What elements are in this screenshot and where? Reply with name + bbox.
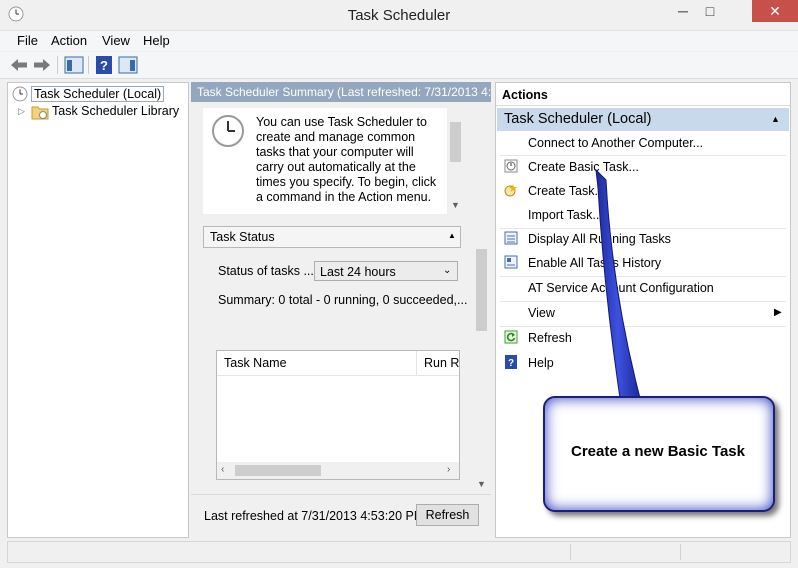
task-table: Task Name Run Re ‹ › (216, 350, 460, 480)
last-refreshed-text: Last refreshed at 7/31/2013 4:53:20 PM (204, 509, 425, 523)
chevron-down-icon: ⌄ (443, 265, 452, 276)
help-icon[interactable]: ? (94, 55, 114, 75)
svg-text:?: ? (100, 58, 108, 73)
task-status-title: Task Status (210, 230, 275, 244)
actions-section-title: Task Scheduler (Local) (504, 111, 652, 127)
callout-text: Create a new Basic Task (571, 443, 745, 460)
action-connect[interactable]: Connect to Another Computer... (496, 131, 790, 155)
menu-file[interactable]: File (17, 33, 38, 48)
minimize-button[interactable]: ─ (670, 0, 696, 22)
action-label: Display All Running Tasks (528, 232, 671, 246)
show-hide-action-pane-icon[interactable] (118, 55, 138, 75)
action-label: Connect to Another Computer... (528, 136, 704, 150)
scroll-right-icon[interactable]: › (447, 464, 450, 475)
column-task-name[interactable]: Task Name (224, 356, 287, 370)
action-label: Enable All Tasks History (528, 256, 662, 270)
intro-scrollbar[interactable]: ▼ (447, 108, 464, 214)
actions-header: Actions (496, 83, 790, 106)
refresh-icon (504, 330, 518, 344)
menu-help[interactable]: Help (143, 33, 170, 48)
action-refresh[interactable]: Refresh (496, 326, 790, 350)
summary-footer: Last refreshed at 7/31/2013 4:53:20 PM R… (191, 494, 491, 539)
action-display-running[interactable]: Display All Running Tasks (496, 227, 790, 251)
scroll-down-icon[interactable]: ▼ (477, 479, 486, 489)
menu-view[interactable]: View (102, 33, 130, 48)
intro-panel: You can use Task Scheduler to create and… (203, 108, 457, 214)
toolbar: ? (0, 52, 798, 79)
intro-text: You can use Task Scheduler to create and… (256, 115, 437, 204)
history-icon (504, 255, 518, 269)
submenu-arrow-icon: ▶ (774, 307, 782, 318)
action-at-service[interactable]: AT Service Account Configuration (496, 276, 790, 300)
navigation-tree: Task Scheduler (Local) ▷ Task Scheduler … (7, 82, 189, 538)
status-label: Status of tasks ... (218, 264, 314, 278)
action-label: Create Task... (528, 184, 605, 198)
help-icon: ? (505, 355, 517, 369)
action-label: View (528, 306, 555, 320)
action-create-task[interactable]: Create Task... (496, 179, 790, 203)
summary-text: Summary: 0 total - 0 running, 0 succeede… (218, 293, 468, 307)
scroll-down-icon[interactable]: ▼ (451, 200, 460, 210)
scrollbar-thumb[interactable] (450, 122, 461, 162)
actions-title: Actions (502, 88, 548, 102)
action-label: Refresh (528, 331, 572, 345)
close-button[interactable]: ✕ (752, 0, 798, 22)
collapse-icon[interactable]: ▲ (448, 231, 456, 240)
column-divider[interactable] (416, 351, 417, 375)
running-tasks-icon (504, 231, 518, 245)
scrollbar-thumb[interactable] (235, 465, 321, 476)
tree-item-library[interactable]: Task Scheduler Library (52, 104, 179, 118)
toolbar-divider (88, 56, 89, 74)
center-scrollbar[interactable]: ▼ (473, 249, 490, 494)
menu-bar: File Action View Help (0, 31, 798, 51)
task-wizard-icon (504, 159, 518, 173)
tree-item-local[interactable]: Task Scheduler (Local) (31, 86, 165, 102)
table-header: Task Name Run Re (217, 351, 459, 376)
column-run-result[interactable]: Run Re (424, 356, 459, 370)
status-bar (7, 541, 791, 563)
action-create-basic-task[interactable]: Create Basic Task... (496, 155, 790, 179)
expand-arrow-icon[interactable]: ▷ (18, 106, 25, 117)
summary-pane: Task Scheduler Summary (Last refreshed: … (191, 82, 491, 539)
action-label: Import Task... (528, 208, 603, 222)
task-status-header[interactable]: Task Status ▲ (203, 226, 461, 248)
status-divider (570, 544, 571, 560)
status-select-value: Last 24 hours (320, 265, 396, 279)
scrollbar-thumb[interactable] (476, 249, 487, 331)
show-hide-tree-icon[interactable] (64, 55, 84, 75)
action-view[interactable]: View ▶ (496, 301, 790, 325)
horizontal-scrollbar[interactable]: ‹ › (217, 462, 459, 479)
clock-icon (12, 86, 28, 102)
forward-arrow-icon[interactable] (32, 55, 52, 75)
toolbar-divider (57, 56, 58, 74)
maximize-button[interactable]: □ (697, 0, 723, 22)
action-label: AT Service Account Configuration (528, 281, 714, 295)
action-label: Create Basic Task... (528, 160, 639, 174)
status-divider (680, 544, 681, 560)
actions-section-header[interactable]: Task Scheduler (Local) ▲ (497, 108, 789, 131)
clock-icon (212, 115, 244, 147)
svg-text:?: ? (508, 358, 514, 369)
summary-header: Task Scheduler Summary (Last refreshed: … (191, 82, 491, 102)
new-task-icon (504, 184, 517, 197)
folder-icon (31, 106, 49, 120)
refresh-button[interactable]: Refresh (416, 504, 479, 526)
action-enable-history[interactable]: Enable All Tasks History (496, 251, 790, 275)
status-select[interactable]: Last 24 hours ⌄ (314, 261, 458, 281)
collapse-icon[interactable]: ▲ (771, 114, 780, 124)
action-label: Help (528, 356, 554, 370)
back-arrow-icon[interactable] (9, 55, 29, 75)
menu-action[interactable]: Action (51, 33, 87, 48)
action-help[interactable]: ? Help (496, 351, 790, 375)
action-import-task[interactable]: Import Task... (496, 203, 790, 227)
scroll-left-icon[interactable]: ‹ (221, 464, 224, 475)
